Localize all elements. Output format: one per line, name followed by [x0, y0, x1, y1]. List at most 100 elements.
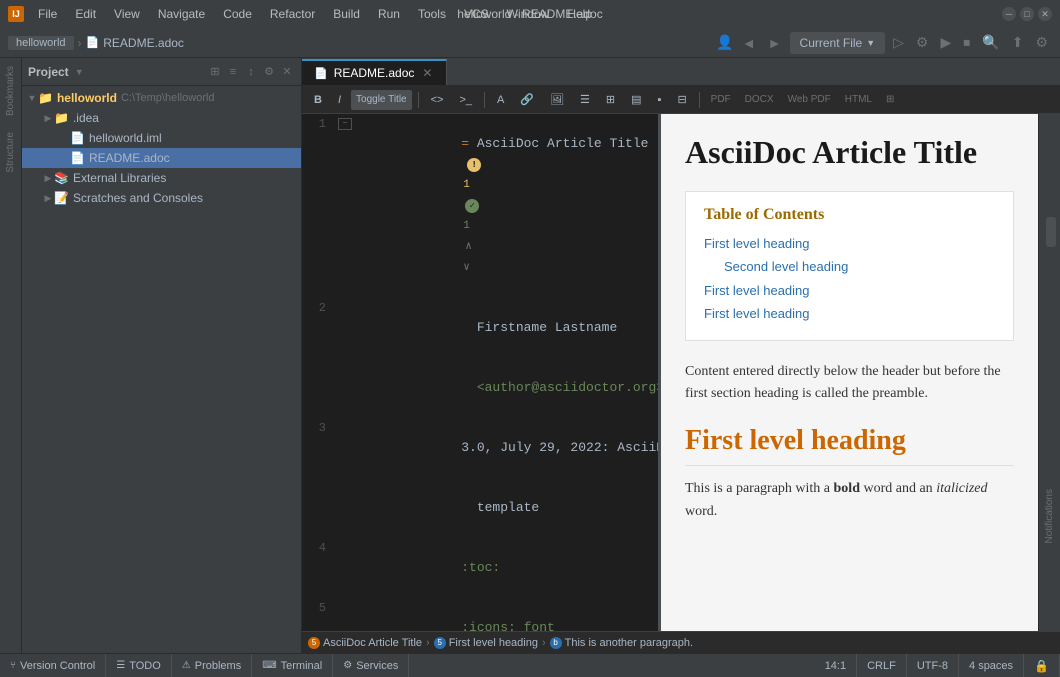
status-lock-icon[interactable]: 🔒 — [1024, 654, 1060, 677]
current-file-btn[interactable]: Current File ▼ — [790, 32, 886, 54]
menu-edit[interactable]: Edit — [67, 5, 104, 23]
breadcrumb-item-1[interactable]: AsciiDoc Article Title — [323, 637, 422, 649]
menu-run[interactable]: Run — [370, 5, 408, 23]
minimize-button[interactable]: ─ — [1002, 7, 1016, 21]
code-editor[interactable]: 1 − = AsciiDoc Article Title ! 1 ✓ 1 ∧ ∨ — [302, 114, 658, 631]
tree-item-iml[interactable]: 📄 helloworld.iml — [22, 128, 301, 148]
webpdf-btn[interactable]: Web PDF — [783, 90, 836, 110]
status-version-control[interactable]: ⑂ Version Control — [0, 654, 106, 677]
status-problems[interactable]: ⚠ Problems — [172, 654, 252, 677]
menu-file[interactable]: File — [30, 5, 65, 23]
menu-tools[interactable]: Tools — [410, 5, 454, 23]
italic-button[interactable]: I — [332, 90, 347, 110]
status-terminal[interactable]: ⌨ Terminal — [252, 654, 333, 677]
sidebar-expand-icon[interactable]: ⊞ — [207, 64, 223, 80]
menu-code[interactable]: Code — [215, 5, 260, 23]
toc-item-0[interactable]: First level heading — [704, 232, 995, 255]
grid2-btn[interactable]: ⊟ — [671, 90, 692, 110]
file-breadcrumb-nav: › 📄 README.adoc — [78, 36, 184, 50]
tab-close-btn[interactable]: ✕ — [420, 66, 434, 80]
run-btn[interactable]: ▷ — [889, 34, 908, 51]
image-btn[interactable]: 🖼 — [544, 90, 570, 110]
code-view-btn[interactable]: <> — [425, 90, 450, 110]
status-position[interactable]: 14:1 — [815, 654, 857, 677]
tree-arrow-idea: ▶ — [42, 113, 54, 124]
sidebar-close-icon[interactable]: ✕ — [279, 64, 295, 80]
encoding-label: UTF-8 — [917, 660, 948, 672]
table-btn[interactable]: ⊞ — [600, 90, 621, 110]
project-badge: helloworld — [8, 36, 74, 50]
close-button[interactable]: ✕ — [1038, 7, 1052, 21]
bold-button[interactable]: B — [308, 90, 328, 110]
settings-btn[interactable]: ⚙ — [1031, 34, 1052, 51]
status-todo[interactable]: ☰ TODO — [106, 654, 172, 677]
iml-file-icon: 📄 — [70, 131, 85, 145]
search-everywhere-btn[interactable]: 🔍 — [978, 34, 1003, 51]
tree-item-readme[interactable]: 📄 README.adoc — [22, 148, 301, 168]
tree-item-root[interactable]: ▼ 📁 helloworld C:\Temp\helloworld — [22, 88, 301, 108]
collapse-btn-1[interactable]: − — [338, 118, 352, 130]
toc-item-2[interactable]: First level heading — [704, 279, 995, 302]
nav-file-name: README.adoc — [103, 36, 184, 50]
tab-label: README.adoc — [334, 66, 415, 80]
breadcrumb-item-2[interactable]: First level heading — [449, 637, 538, 649]
pdf-btn[interactable]: PDF — [706, 90, 736, 110]
status-indent[interactable]: 4 spaces — [959, 654, 1024, 677]
code-line-4: 4 :toc: — [302, 538, 658, 598]
problems-icon: ⚠ — [182, 660, 191, 671]
vcs-label: Version Control — [20, 660, 95, 672]
menu-refactor[interactable]: Refactor — [262, 5, 323, 23]
terminal-view-btn[interactable]: >_ — [453, 90, 478, 110]
toggle-title-button[interactable]: Toggle Title — [351, 90, 412, 110]
current-file-label: Current File — [800, 36, 863, 50]
tree-label-iml: helloworld.iml — [89, 131, 162, 145]
docx-btn[interactable]: DOCX — [740, 90, 779, 110]
maximize-button[interactable]: □ — [1020, 7, 1034, 21]
tab-readme[interactable]: 📄 README.adoc ✕ — [302, 59, 447, 85]
grid-btn[interactable]: ▤ — [625, 90, 647, 110]
nav-forward-btn[interactable]: ► — [764, 35, 786, 51]
coverage-btn[interactable]: ▶ — [936, 34, 955, 51]
expand-icon: ∧ — [465, 241, 472, 253]
line-content-2: Firstname Lastname — [352, 298, 658, 358]
menu-view[interactable]: View — [106, 5, 148, 23]
menu-navigate[interactable]: Navigate — [150, 5, 213, 23]
toolbar-divider-3 — [699, 92, 700, 108]
link-btn[interactable]: 🔗 — [514, 90, 540, 110]
menu-build[interactable]: Build — [325, 5, 368, 23]
font-btn[interactable]: A — [491, 90, 510, 110]
html-btn[interactable]: HTML — [840, 90, 877, 110]
toc-item-3[interactable]: First level heading — [704, 302, 995, 325]
toc-item-1[interactable]: Second level heading — [704, 255, 995, 278]
preview-grid-btn[interactable]: ⊞ — [881, 90, 899, 110]
notifications-strip[interactable]: Notifications — [1040, 481, 1059, 551]
list-btn[interactable]: ☰ — [574, 90, 596, 110]
window-title: helloworld - README.adoc — [457, 7, 602, 21]
status-encoding[interactable]: UTF-8 — [907, 654, 959, 677]
media-btn[interactable]: ▪ — [652, 90, 668, 110]
editor-toolbar: B I Toggle Title <> >_ A 🔗 🖼 ☰ ⊞ ▤ ▪ ⊟ P… — [302, 86, 1060, 114]
bc-sep-1: › — [426, 637, 430, 649]
breadcrumb-item-3[interactable]: This is another paragraph. — [565, 637, 693, 649]
structure-strip[interactable]: Structure — [1, 124, 20, 181]
line-num-5: 5 — [302, 598, 338, 618]
sidebar-settings-icon[interactable]: ⚙ — [261, 64, 277, 80]
folder-icon: 📁 — [38, 91, 53, 105]
tree-item-extlibs[interactable]: ▶ 📚 External Libraries — [22, 168, 301, 188]
nav-user-icon[interactable]: 👤 — [716, 34, 733, 51]
update-btn[interactable]: ⬆ — [1008, 34, 1028, 51]
debug-btn[interactable]: ⚙ — [912, 34, 933, 51]
services-icon: ⚙ — [343, 660, 352, 671]
stop-btn[interactable]: ⏹ — [959, 34, 974, 51]
nav-sep: › — [78, 36, 82, 50]
sidebar-dropdown-icon[interactable]: ▼ — [75, 67, 84, 77]
sidebar-scroll-icon[interactable]: ↕ — [243, 64, 259, 80]
tree-item-idea[interactable]: ▶ 📁 .idea — [22, 108, 301, 128]
tree-item-scratches[interactable]: ▶ 📝 Scratches and Consoles — [22, 188, 301, 208]
nav-back-btn[interactable]: ◄ — [738, 35, 760, 51]
sidebar-collapse-icon[interactable]: ≡ — [225, 64, 241, 80]
bookmarks-strip[interactable]: Bookmarks — [1, 58, 20, 124]
editor-split: 1 − = AsciiDoc Article Title ! 1 ✓ 1 ∧ ∨ — [302, 114, 1060, 631]
status-line-ending[interactable]: CRLF — [857, 654, 907, 677]
status-services[interactable]: ⚙ Services — [333, 654, 409, 677]
